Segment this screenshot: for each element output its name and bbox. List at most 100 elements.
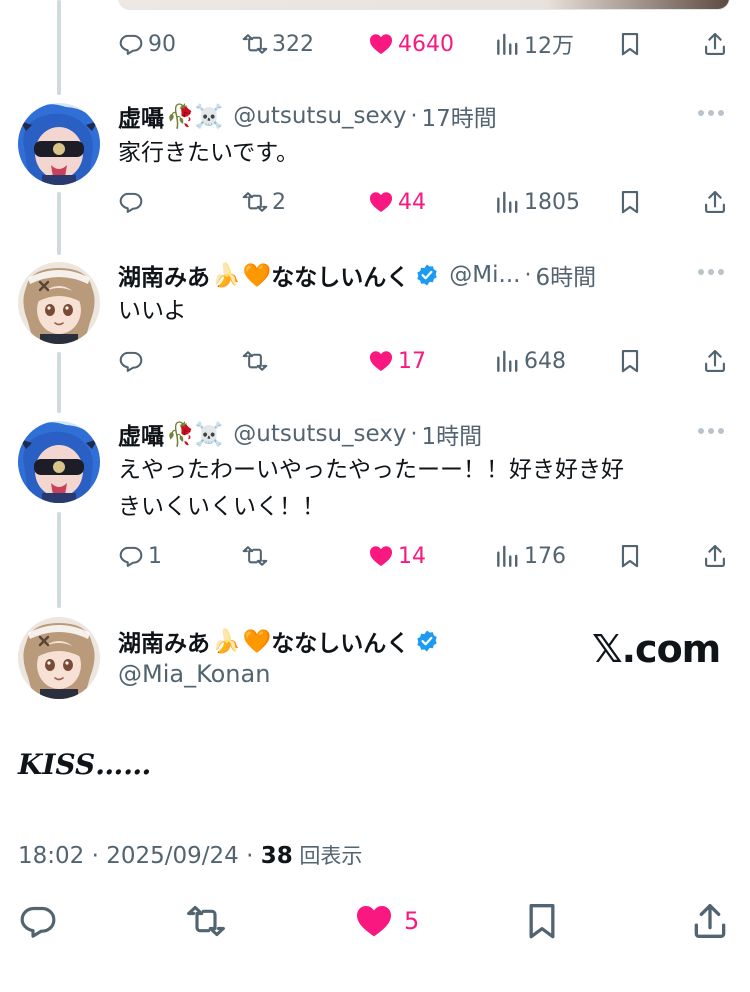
views-button[interactable]: 12万 [494,29,574,59]
repost-button[interactable]: 322 [242,29,314,59]
tweet-text: 家行きたいです。 [118,140,300,166]
avatar[interactable] [18,617,100,699]
share-button[interactable] [702,187,728,217]
xcom-watermark: 𝕏.com [592,627,721,671]
embedded-image[interactable] [118,0,730,10]
share-icon [702,543,728,569]
view-count[interactable]: 38 [261,843,293,869]
display-name[interactable]: 湖南みあ [118,258,210,292]
like-icon [368,31,394,57]
user-handle[interactable]: @Mi... [449,262,520,288]
share-button[interactable] [702,541,728,571]
repost-button[interactable] [186,898,226,944]
tweet-text: えやったわーいやったやったーー！！好き好き好 きいくいくいく！！ [118,452,718,526]
separator-dot: · [524,262,532,288]
tweet-timestamp[interactable]: 18:02 · 2025/09/24 · [18,843,261,869]
timestamp[interactable]: 17時間 [421,99,496,133]
main-tweet-text: KISS…… [18,748,152,781]
bookmark-icon [522,901,562,941]
share-button[interactable] [702,29,728,59]
tweet-header: 虚囁 🥀☠️ @utsutsu_sexy · 17時間 [118,99,497,133]
user-handle[interactable]: @utsutsu_sexy [233,103,406,129]
display-name-suffix: ななしいんく [271,265,410,291]
name-emoji: 🥀☠️ [166,421,224,448]
user-handle[interactable]: @utsutsu_sexy [233,421,406,447]
reply-count: 90 [148,31,176,57]
like-icon [368,189,394,215]
tweet-text-line: えやったわーいやったやったーー！！好き好き好 [118,457,624,483]
views-icon [494,189,520,215]
timestamp[interactable]: 6時間 [535,258,596,292]
views-button[interactable]: 176 [494,541,566,571]
bookmark-button[interactable] [617,541,643,571]
bookmark-icon [617,31,643,57]
repost-count: 322 [272,31,314,57]
reply-button[interactable] [18,898,58,944]
like-button[interactable]: 14 [368,541,426,571]
thread-line [57,192,61,255]
like-count: 17 [398,348,426,374]
like-button[interactable]: 4640 [368,29,454,59]
display-name[interactable]: 湖南みあ [118,624,210,658]
repost-count: 2 [272,189,286,215]
views-icon [494,543,520,569]
more-icon[interactable] [698,103,728,123]
main-tweet-header: 湖南みあ 🍌 🧡 ななしいんく [118,624,439,658]
reply-button[interactable]: 90 [118,29,176,59]
tweet-text-line: きいくいくいく！！ [118,494,325,520]
separator-dot: · [410,421,418,447]
repost-icon [242,348,268,374]
reply-button[interactable] [118,346,148,376]
avatar[interactable] [18,103,100,185]
more-icon[interactable] [698,262,728,282]
like-button[interactable]: 44 [368,187,426,217]
repost-icon [242,189,268,215]
view-count: 1805 [524,189,580,215]
verified-icon[interactable] [415,629,439,653]
reply-icon [118,348,144,374]
repost-button[interactable]: 2 [242,187,286,217]
like-icon [354,901,394,941]
bookmark-button[interactable] [617,346,643,376]
like-count: 5 [404,907,420,935]
share-icon [702,189,728,215]
repost-icon [186,901,226,941]
views-button[interactable]: 1805 [494,187,580,217]
share-button[interactable] [690,898,730,944]
view-count: 176 [524,543,566,569]
views-icon [494,31,520,57]
orange-heart-emoji: 🧡 [242,262,272,289]
like-button[interactable]: 17 [368,346,426,376]
repost-button[interactable] [242,346,272,376]
repost-button[interactable] [242,541,272,571]
reply-button[interactable]: 1 [118,541,162,571]
tweet-header: 湖南みあ 🍌 🧡 ななしいんく @Mi... · 6時間 [118,258,596,292]
thread-line [57,352,61,413]
verified-icon[interactable] [415,263,439,287]
bookmark-button[interactable] [617,29,643,59]
banana-emoji: 🍌 [212,628,241,655]
view-count: 648 [524,348,566,374]
timestamp[interactable]: 1時間 [421,417,482,451]
thread-line [57,512,61,608]
avatar[interactable] [18,262,100,344]
separator-dot: · [410,103,418,129]
action-bar: 90 322 4640 12万 [118,29,730,59]
display-name[interactable]: 虚囁 [118,417,164,451]
bookmark-button[interactable] [617,187,643,217]
tweet-meta: 18:02 · 2025/09/24 · 38 回表示 [18,840,362,870]
reply-button[interactable] [118,187,148,217]
like-count: 14 [398,543,426,569]
like-count: 4640 [398,31,454,57]
avatar[interactable] [18,421,100,503]
reply-icon [118,543,144,569]
bookmark-button[interactable] [522,898,562,944]
views-button[interactable]: 648 [494,346,566,376]
main-action-bar: 5 [0,898,750,946]
user-handle[interactable]: @Mia_Konan [118,660,270,688]
display-name[interactable]: 虚囁 [118,99,164,133]
action-bar: 17 648 [118,346,730,376]
share-button[interactable] [702,346,728,376]
more-icon[interactable] [698,421,728,441]
like-button[interactable]: 5 [354,898,419,944]
